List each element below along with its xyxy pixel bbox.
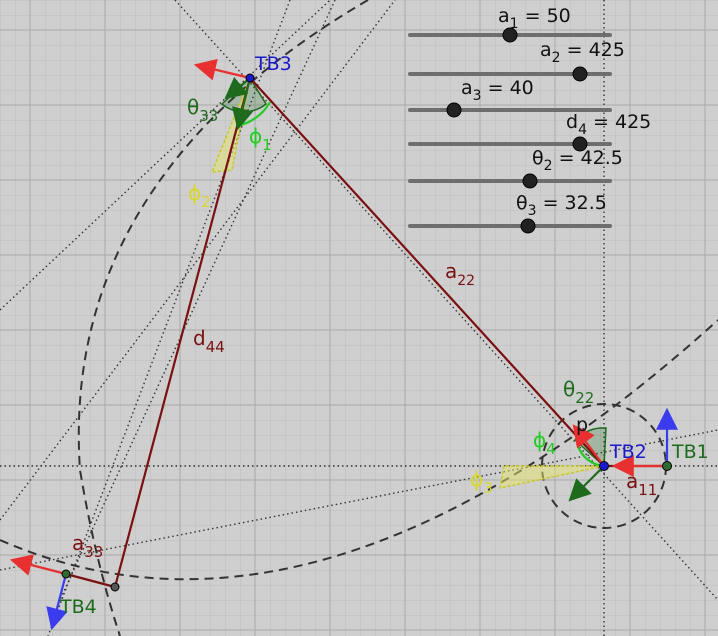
tb4-point[interactable] <box>61 569 71 579</box>
tb2-label: TB2 <box>609 441 647 463</box>
slider-knob[interactable] <box>572 66 588 82</box>
joint-point[interactable] <box>110 582 120 592</box>
slider-knob[interactable] <box>522 173 538 189</box>
tb3-label: TB3 <box>254 53 292 75</box>
geometry-canvas[interactable]: TB3 TB2 TB1 TB4 p a22 d44 a33 a11 θ22 θ3… <box>0 0 718 636</box>
tb1-label: TB1 <box>671 441 709 463</box>
construction-drawing: TB3 TB2 TB1 TB4 p a22 d44 a33 a11 θ22 θ3… <box>0 0 718 636</box>
p-label: p <box>576 414 588 436</box>
tb1-point[interactable] <box>662 461 672 471</box>
tb2-point[interactable] <box>599 461 609 471</box>
tb4-label: TB4 <box>59 596 97 618</box>
tb3-point[interactable] <box>245 73 255 83</box>
slider-knob[interactable] <box>446 102 462 118</box>
grid-background <box>0 0 718 636</box>
slider-knob[interactable] <box>520 218 536 234</box>
